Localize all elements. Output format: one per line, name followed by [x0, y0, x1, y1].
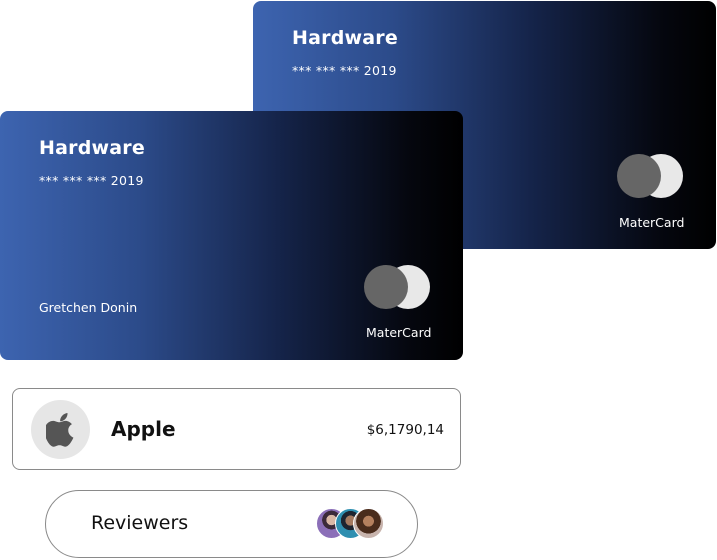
- merchant-avatar: [31, 400, 90, 459]
- card-number: *** *** *** 2019: [292, 63, 397, 78]
- apple-logo-icon: [46, 413, 74, 447]
- card-number: *** *** *** 2019: [39, 173, 144, 188]
- card-title: Hardware: [39, 137, 145, 159]
- reviewers-pill[interactable]: Reviewers: [45, 490, 418, 558]
- card-brand: MaterCard: [619, 215, 685, 230]
- reviewers-label: Reviewers: [91, 512, 189, 534]
- card-brand: MaterCard: [366, 325, 432, 340]
- transaction-row[interactable]: Apple $6,1790,14: [12, 388, 461, 470]
- mastercard-logo-icon: [617, 154, 683, 198]
- credit-card-front[interactable]: Hardware *** *** *** 2019 Gretchen Donin…: [0, 111, 463, 360]
- card-title: Hardware: [292, 27, 398, 49]
- merchant-name: Apple: [111, 417, 176, 441]
- mastercard-logo-icon: [364, 265, 430, 309]
- card-holder-name: Gretchen Donin: [39, 300, 138, 315]
- transaction-amount: $6,1790,14: [366, 422, 444, 438]
- reviewer-avatar: [353, 508, 384, 539]
